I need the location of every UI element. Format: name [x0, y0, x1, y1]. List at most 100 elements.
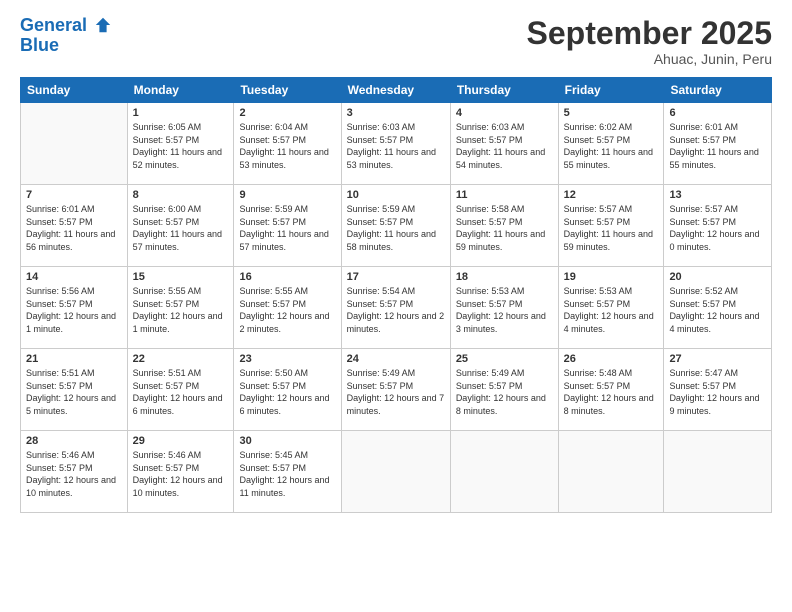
day-cell: 5 Sunrise: 6:02 AMSunset: 5:57 PMDaylight…: [558, 103, 664, 185]
day-cell: 10 Sunrise: 5:59 AMSunset: 5:57 PMDayligh…: [341, 185, 450, 267]
day-info: Sunrise: 6:00 AMSunset: 5:57 PMDaylight:…: [133, 203, 229, 253]
title-area: September 2025 Ahuac, Junin, Peru: [527, 16, 772, 67]
day-cell: 23 Sunrise: 5:50 AMSunset: 5:57 PMDayligh…: [234, 349, 341, 431]
location-subtitle: Ahuac, Junin, Peru: [527, 51, 772, 67]
day-cell: 18 Sunrise: 5:53 AMSunset: 5:57 PMDayligh…: [450, 267, 558, 349]
day-cell: 2Sunrise: 6:04 AMSunset: 5:57 PMDaylight…: [234, 103, 341, 185]
day-number: 19: [564, 271, 659, 283]
day-cell: [341, 431, 450, 513]
day-cell: [450, 431, 558, 513]
day-cell: 9 Sunrise: 5:59 AMSunset: 5:57 PMDaylight…: [234, 185, 341, 267]
day-number: 21: [26, 353, 122, 365]
day-info: Sunrise: 5:54 AMSunset: 5:57 PMDaylight:…: [347, 285, 445, 335]
day-cell: 4Sunrise: 6:03 AMSunset: 5:57 PMDaylight…: [450, 103, 558, 185]
day-number: 6: [669, 107, 766, 119]
day-cell: 16Sunrise: 5:55 AMSunset: 5:57 PMDayligh…: [234, 267, 341, 349]
day-cell: [664, 431, 772, 513]
day-number: 28: [26, 435, 122, 447]
week-row-4: 28 Sunrise: 5:46 AMSunset: 5:57 PMDayligh…: [21, 431, 772, 513]
day-info: Sunrise: 5:58 AMSunset: 5:57 PMDaylight:…: [456, 203, 553, 253]
day-info: Sunrise: 5:56 AMSunset: 5:57 PMDaylight:…: [26, 285, 122, 335]
day-info: Sunrise: 5:55 AMSunset: 5:57 PMDaylight:…: [133, 285, 229, 335]
weekday-header-row: Sunday Monday Tuesday Wednesday Thursday…: [21, 78, 772, 103]
day-info: Sunrise: 6:01 AMSunset: 5:57 PMDaylight:…: [669, 121, 766, 171]
day-info: Sunrise: 5:51 AMSunset: 5:57 PMDaylight:…: [26, 367, 122, 417]
day-number: 18: [456, 271, 553, 283]
day-cell: 6 Sunrise: 6:01 AMSunset: 5:57 PMDaylight…: [664, 103, 772, 185]
day-info: Sunrise: 5:46 AMSunset: 5:57 PMDaylight:…: [133, 449, 229, 499]
header: General Blue September 2025 Ahuac, Junin…: [20, 16, 772, 67]
day-info: Sunrise: 6:03 AMSunset: 5:57 PMDaylight:…: [456, 121, 553, 171]
day-cell: 15 Sunrise: 5:55 AMSunset: 5:57 PMDayligh…: [127, 267, 234, 349]
day-info: Sunrise: 5:57 AMSunset: 5:57 PMDaylight:…: [669, 203, 766, 253]
day-number: 14: [26, 271, 122, 283]
calendar-table: Sunday Monday Tuesday Wednesday Thursday…: [20, 77, 772, 513]
day-cell: 8 Sunrise: 6:00 AMSunset: 5:57 PMDaylight…: [127, 185, 234, 267]
day-cell: 20 Sunrise: 5:52 AMSunset: 5:57 PMDayligh…: [664, 267, 772, 349]
day-info: Sunrise: 6:02 AMSunset: 5:57 PMDaylight:…: [564, 121, 659, 171]
day-cell: 22 Sunrise: 5:51 AMSunset: 5:57 PMDayligh…: [127, 349, 234, 431]
day-info: Sunrise: 5:48 AMSunset: 5:57 PMDaylight:…: [564, 367, 659, 417]
day-number: 24: [347, 353, 445, 365]
header-tuesday: Tuesday: [234, 78, 341, 103]
week-row-0: 1Sunrise: 6:05 AMSunset: 5:57 PMDaylight…: [21, 103, 772, 185]
week-row-2: 14 Sunrise: 5:56 AMSunset: 5:57 PMDayligh…: [21, 267, 772, 349]
day-number: 15: [133, 271, 229, 283]
day-info: Sunrise: 6:01 AMSunset: 5:57 PMDaylight:…: [26, 203, 122, 253]
logo-blue: Blue: [20, 36, 112, 56]
header-monday: Monday: [127, 78, 234, 103]
day-cell: 12 Sunrise: 5:57 AMSunset: 5:57 PMDayligh…: [558, 185, 664, 267]
day-number: 26: [564, 353, 659, 365]
day-number: 13: [669, 189, 766, 201]
day-cell: 3 Sunrise: 6:03 AMSunset: 5:57 PMDaylight…: [341, 103, 450, 185]
header-sunday: Sunday: [21, 78, 128, 103]
day-cell: 26 Sunrise: 5:48 AMSunset: 5:57 PMDayligh…: [558, 349, 664, 431]
day-number: 5: [564, 107, 659, 119]
day-info: Sunrise: 5:53 AMSunset: 5:57 PMDaylight:…: [456, 285, 553, 335]
day-number: 29: [133, 435, 229, 447]
day-info: Sunrise: 5:55 AMSunset: 5:57 PMDaylight:…: [239, 285, 335, 335]
day-cell: 25 Sunrise: 5:49 AMSunset: 5:57 PMDayligh…: [450, 349, 558, 431]
day-cell: 11Sunrise: 5:58 AMSunset: 5:57 PMDayligh…: [450, 185, 558, 267]
day-info: Sunrise: 5:52 AMSunset: 5:57 PMDaylight:…: [669, 285, 766, 335]
day-info: Sunrise: 5:49 AMSunset: 5:57 PMDaylight:…: [456, 367, 553, 417]
day-info: Sunrise: 6:03 AMSunset: 5:57 PMDaylight:…: [347, 121, 445, 171]
day-number: 9: [239, 189, 335, 201]
day-info: Sunrise: 5:59 AMSunset: 5:57 PMDaylight:…: [347, 203, 445, 253]
header-wednesday: Wednesday: [341, 78, 450, 103]
day-cell: 29 Sunrise: 5:46 AMSunset: 5:57 PMDayligh…: [127, 431, 234, 513]
day-number: 3: [347, 107, 445, 119]
day-cell: 14 Sunrise: 5:56 AMSunset: 5:57 PMDayligh…: [21, 267, 128, 349]
day-info: Sunrise: 5:45 AMSunset: 5:57 PMDaylight:…: [239, 449, 335, 499]
day-cell: 27Sunrise: 5:47 AMSunset: 5:57 PMDayligh…: [664, 349, 772, 431]
day-info: Sunrise: 5:46 AMSunset: 5:57 PMDaylight:…: [26, 449, 122, 499]
day-info: Sunrise: 6:04 AMSunset: 5:57 PMDaylight:…: [239, 121, 335, 171]
day-number: 1: [133, 107, 229, 119]
day-cell: 21 Sunrise: 5:51 AMSunset: 5:57 PMDayligh…: [21, 349, 128, 431]
month-title: September 2025: [527, 16, 772, 51]
day-cell: 19 Sunrise: 5:53 AMSunset: 5:57 PMDayligh…: [558, 267, 664, 349]
day-number: 12: [564, 189, 659, 201]
header-saturday: Saturday: [664, 78, 772, 103]
day-info: Sunrise: 5:51 AMSunset: 5:57 PMDaylight:…: [133, 367, 229, 417]
day-number: 30: [239, 435, 335, 447]
header-thursday: Thursday: [450, 78, 558, 103]
day-info: Sunrise: 5:59 AMSunset: 5:57 PMDaylight:…: [239, 203, 335, 253]
day-cell: 17Sunrise: 5:54 AMSunset: 5:57 PMDayligh…: [341, 267, 450, 349]
day-number: 23: [239, 353, 335, 365]
day-number: 25: [456, 353, 553, 365]
day-number: 10: [347, 189, 445, 201]
day-number: 20: [669, 271, 766, 283]
day-number: 8: [133, 189, 229, 201]
day-info: Sunrise: 5:53 AMSunset: 5:57 PMDaylight:…: [564, 285, 659, 335]
day-number: 7: [26, 189, 122, 201]
day-info: Sunrise: 5:50 AMSunset: 5:57 PMDaylight:…: [239, 367, 335, 417]
day-cell: 24Sunrise: 5:49 AMSunset: 5:57 PMDayligh…: [341, 349, 450, 431]
calendar-page: General Blue September 2025 Ahuac, Junin…: [0, 0, 792, 612]
day-info: Sunrise: 5:47 AMSunset: 5:57 PMDaylight:…: [669, 367, 766, 417]
day-number: 22: [133, 353, 229, 365]
day-cell: 7 Sunrise: 6:01 AMSunset: 5:57 PMDaylight…: [21, 185, 128, 267]
day-info: Sunrise: 5:57 AMSunset: 5:57 PMDaylight:…: [564, 203, 659, 253]
week-row-3: 21 Sunrise: 5:51 AMSunset: 5:57 PMDayligh…: [21, 349, 772, 431]
day-cell: 13 Sunrise: 5:57 AMSunset: 5:57 PMDayligh…: [664, 185, 772, 267]
